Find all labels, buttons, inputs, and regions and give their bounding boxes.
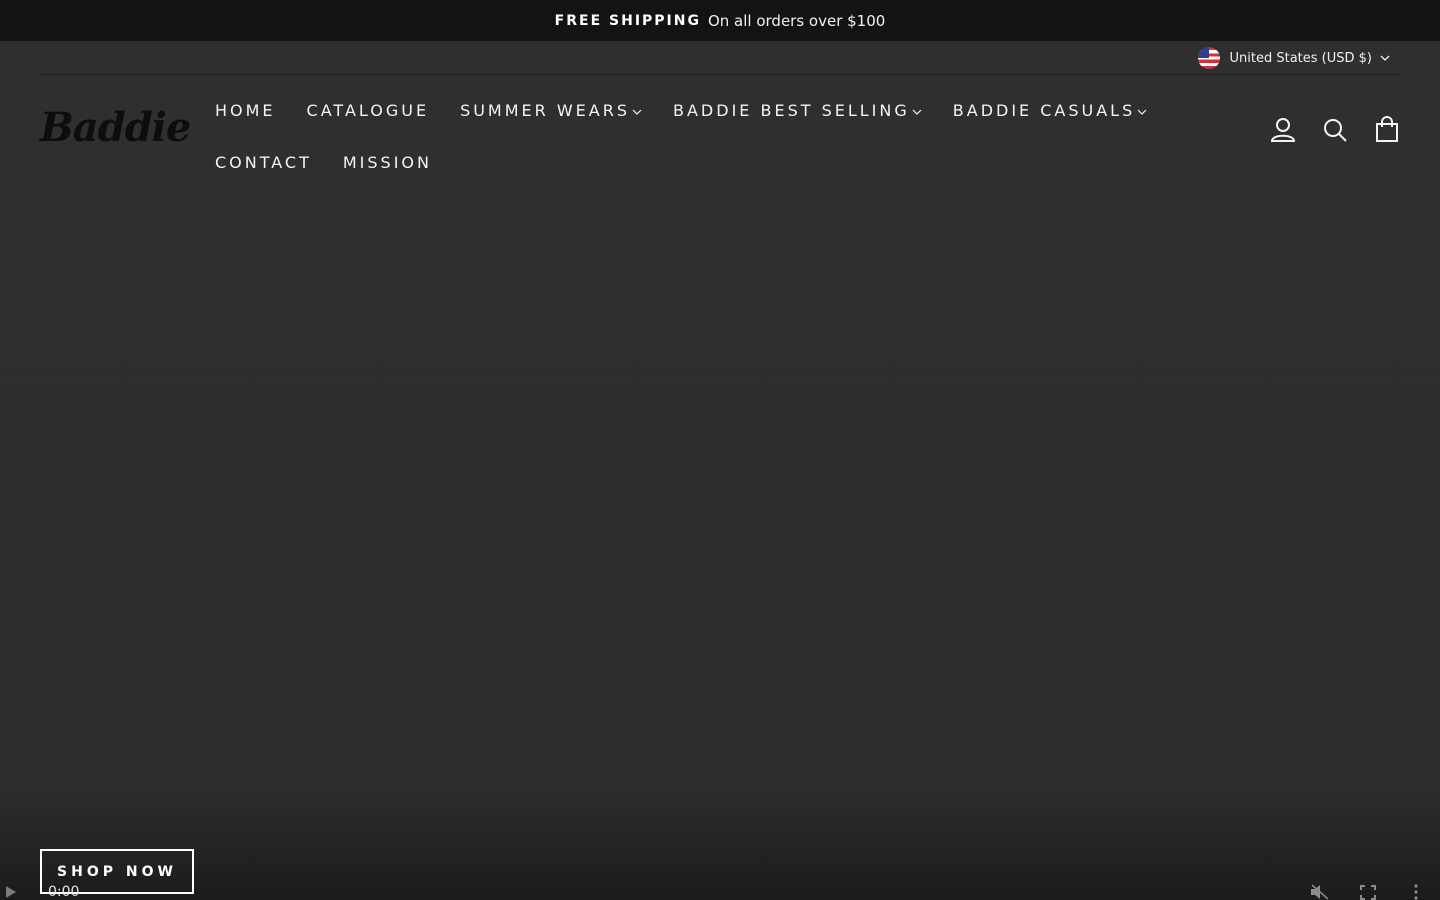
- announcement-title: FREE SHIPPING: [554, 12, 701, 29]
- main-navigation: HOME CATALOGUE SUMMER WEARS BADDIE BEST …: [215, 98, 1215, 174]
- us-flag-icon: [1197, 47, 1220, 69]
- nav-item-label: SUMMER WEARS: [460, 100, 630, 120]
- currency-selector[interactable]: United States (USD $): [1197, 46, 1391, 70]
- account-icon[interactable]: [1270, 116, 1296, 144]
- nav-item-label: CATALOGUE: [306, 100, 430, 120]
- nav-item-summer-wears[interactable]: SUMMER WEARS: [460, 98, 642, 122]
- site-logo[interactable]: Baddie: [40, 104, 191, 151]
- currency-label: United States (USD $): [1229, 50, 1373, 66]
- nav-item-baddie-casuals[interactable]: BADDIE CASUALS: [953, 98, 1147, 122]
- mute-icon[interactable]: [1310, 884, 1330, 900]
- video-controls: 0:00: [0, 880, 1440, 900]
- nav-item-home[interactable]: HOME: [215, 98, 276, 122]
- nav-item-catalogue[interactable]: CATALOGUE: [307, 98, 430, 122]
- nav-item-baddie-best-selling[interactable]: BADDIE BEST SELLING: [673, 98, 922, 122]
- chevron-down-icon: [632, 109, 642, 115]
- announcement-text: On all orders over $100: [707, 11, 886, 30]
- more-options-icon[interactable]: [1412, 884, 1420, 900]
- chevron-down-icon: [912, 109, 922, 115]
- nav-item-label: MISSION: [342, 152, 432, 172]
- nav-item-contact[interactable]: CONTACT: [215, 150, 312, 174]
- nav-item-label: CONTACT: [215, 152, 312, 172]
- nav-item-label: HOME: [215, 100, 276, 120]
- nav-item-label: BADDIE CASUALS: [952, 100, 1136, 120]
- play-icon[interactable]: [6, 886, 16, 898]
- video-timecode: 0:00: [48, 884, 80, 900]
- announcement-bar: FREE SHIPPING On all orders over $100: [0, 0, 1440, 41]
- header-divider: [40, 74, 1400, 75]
- chevron-down-icon: [1137, 109, 1147, 115]
- header-icons: [1270, 116, 1400, 144]
- cart-icon[interactable]: [1374, 116, 1400, 144]
- chevron-down-icon: [1380, 55, 1390, 61]
- fullscreen-icon[interactable]: [1360, 885, 1376, 900]
- nav-item-label: BADDIE BEST SELLING: [673, 100, 910, 120]
- search-icon[interactable]: [1322, 116, 1348, 144]
- nav-item-mission[interactable]: MISSION: [343, 150, 432, 174]
